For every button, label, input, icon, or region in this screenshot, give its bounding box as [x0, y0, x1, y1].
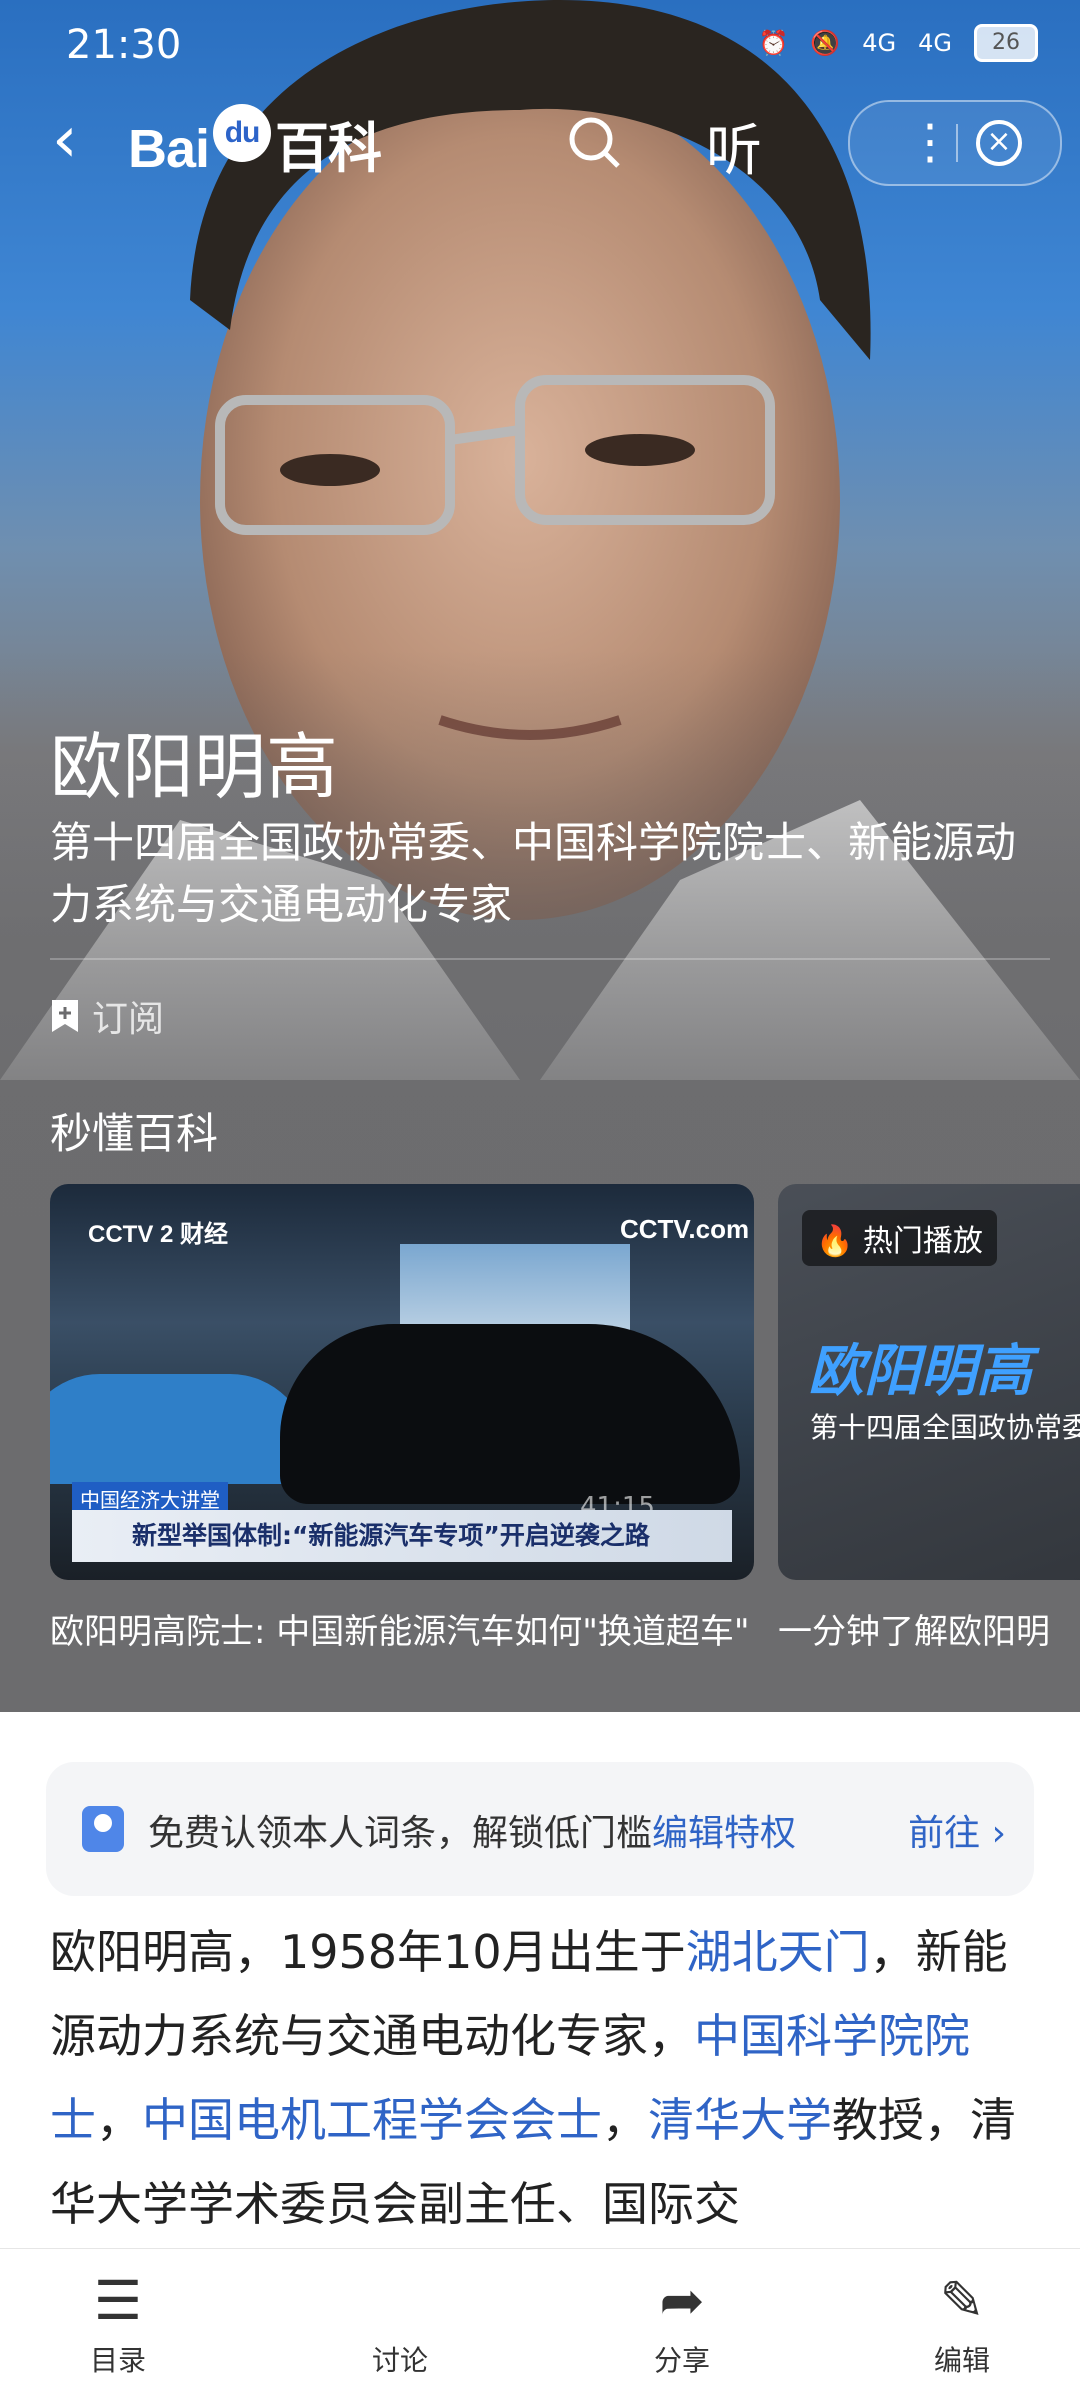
bookmark-icon	[52, 1000, 78, 1032]
edit-privilege-link[interactable]: 编辑特权	[652, 1813, 796, 1854]
listen-button[interactable]: 听	[706, 106, 762, 187]
nav-catalog[interactable]: ☰ 目录	[48, 2269, 188, 2379]
link-csee-fellow[interactable]: 中国电机工程学会会士	[142, 2093, 602, 2147]
status-icons: ⏰ 🔕 4G 4G 26	[758, 24, 1038, 62]
video-caption[interactable]: 欧阳明高院士: 中国新能源汽车如何"换道超车"	[50, 1604, 754, 1653]
divider	[50, 958, 1050, 960]
more-options-icon[interactable]: ⋮	[906, 114, 954, 170]
video-section-title: 秒懂百科	[50, 1109, 219, 1158]
edit-icon: ✎	[939, 2269, 985, 2332]
hot-play-badge: 🔥 热门播放	[802, 1210, 997, 1266]
video-caption[interactable]: 一分钟了解欧阳明	[778, 1604, 1080, 1653]
claim-text: 免费认领本人词条，解锁低门槛编辑特权	[148, 1813, 797, 1854]
top-nav-bar: ‹ Bai du 百科 听 ⋮ ×	[0, 96, 1080, 186]
person-name: 欧阳明高	[50, 725, 339, 809]
person-description: 第十四届全国政协常委、中国科学院院士、新能源动力系统与交通电动化专家	[50, 818, 1017, 929]
baidu-baike-logo: Bai du 百科	[128, 104, 382, 183]
close-icon[interactable]: ×	[976, 120, 1022, 166]
nav-edit[interactable]: ✎ 编辑	[892, 2269, 1032, 2379]
video-thumb-subtitle: 第十四届全国政协常委	[810, 1411, 1080, 1444]
alarm-icon: ⏰	[758, 29, 789, 57]
link-tsinghua[interactable]: 清华大学	[648, 2093, 832, 2147]
channel-logo: CCTV 2 财经	[88, 1221, 229, 1248]
video-thumb-car	[50, 1374, 310, 1484]
chat-icon	[330, 2269, 470, 2333]
article-intro: 欧阳明高，1958年10月出生于湖北天门，新能源动力系统与交通电动化专家，中国科…	[50, 1925, 1016, 2231]
news-headline-bar: 新型举国体制:“新能源汽车专项”开启逆袭之路	[72, 1510, 732, 1562]
share-icon: ➦	[659, 2269, 705, 2332]
signal-icon: 4G	[918, 29, 952, 57]
list-icon: ☰	[93, 2269, 143, 2332]
mini-program-capsule: ⋮ ×	[848, 100, 1062, 186]
status-bar: 21:30 ⏰ 🔕 4G 4G 26	[0, 0, 1080, 90]
video-card[interactable]: 🔥 热门播放 欧阳明高 第十四届全国政协常委	[778, 1184, 1080, 1580]
user-card-icon	[82, 1806, 124, 1852]
subscribe-button[interactable]: 订阅	[50, 990, 164, 1042]
video-card[interactable]: CCTV 2 财经 CCTV.com 41:15 中国经济大讲堂 新型举国体制:…	[50, 1184, 754, 1580]
mute-icon: 🔕	[810, 29, 841, 57]
link-hubei-tianmen[interactable]: 湖北天门	[686, 1925, 870, 1979]
status-time: 21:30	[66, 22, 182, 68]
go-button[interactable]: 前往 ›	[908, 1804, 1006, 1856]
channel-logo: CCTV.com	[620, 1214, 750, 1244]
nav-share[interactable]: ➦ 分享	[612, 2269, 752, 2379]
claim-entry-banner[interactable]: 免费认领本人词条，解锁低门槛编辑特权 前往 ›	[46, 1762, 1034, 1896]
paw-icon: du	[213, 104, 272, 162]
signal-icon: 4G	[862, 29, 897, 57]
battery-icon: 26	[974, 24, 1038, 62]
nav-discuss[interactable]: 讨论	[330, 2269, 470, 2379]
back-arrow-icon[interactable]: ‹	[52, 108, 78, 172]
capsule-divider	[956, 124, 958, 162]
bottom-nav: ☰ 目录 讨论 ➦ 分享 ✎ 编辑	[0, 2248, 1080, 2401]
video-thumb-car	[280, 1324, 740, 1504]
video-thumb-title: 欧阳明高	[808, 1339, 1032, 1404]
search-icon[interactable]	[566, 114, 622, 170]
